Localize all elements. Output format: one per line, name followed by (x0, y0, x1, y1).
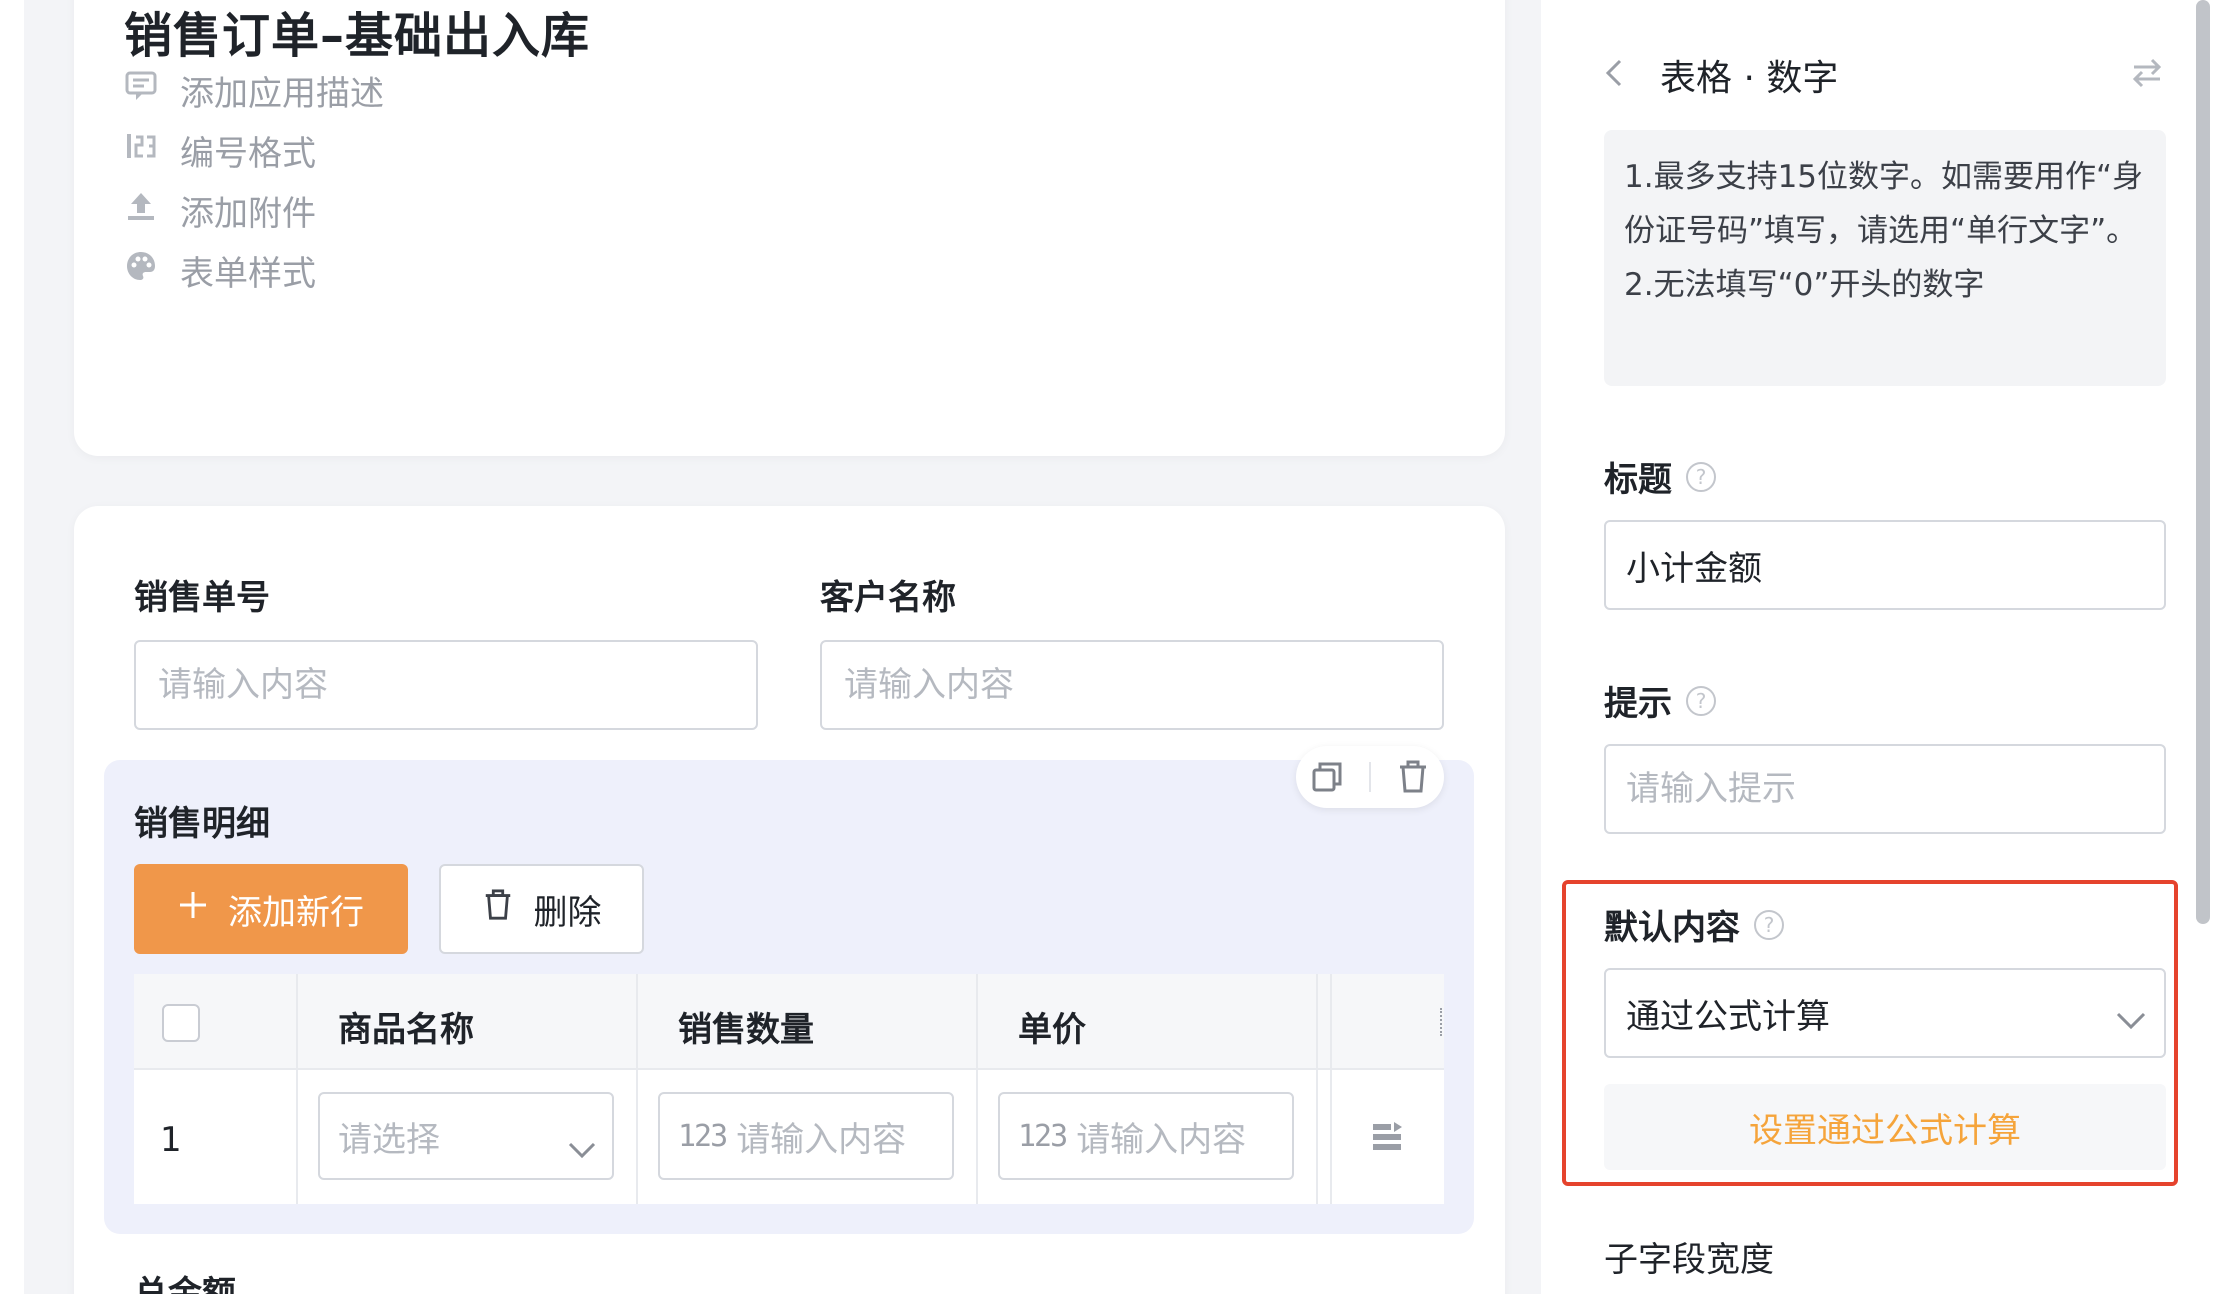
column-divider (636, 974, 638, 1204)
quantity-placeholder: 请输入内容 (736, 1119, 907, 1160)
title-label: 标题 ? (1604, 452, 1716, 501)
customer-name-input[interactable] (820, 640, 1444, 730)
column-divider (296, 974, 298, 1204)
add-row-label: 添加新行 (228, 892, 364, 933)
panel-title: 表格 · 数字 (1660, 58, 1839, 99)
chevron-down-icon (2116, 1000, 2146, 1040)
column-header-quantity: 销售数量 (678, 1010, 814, 1050)
column-resize-handle[interactable] (1440, 1008, 1444, 1036)
title-label-text: 标题 (1604, 460, 1672, 500)
subfield-width-label-text: 子字段宽度 (1604, 1240, 1774, 1280)
help-icon[interactable]: ? (1754, 909, 1784, 940)
subform-title: 销售明细 (134, 804, 270, 844)
chevron-down-icon (568, 1128, 596, 1168)
hint-input[interactable] (1604, 744, 2166, 834)
back-icon[interactable] (1604, 58, 1624, 92)
number-icon: 123 (1018, 1118, 1068, 1154)
customer-name-label: 客户名称 (820, 578, 956, 618)
field-tip-box: 1.最多支持15位数字。如需要用作“身份证号码”填写，请选用“单行文字”。 2.… (1604, 130, 2166, 386)
app-title[interactable]: 销售订单–基础出入库 (124, 0, 590, 66)
title-input[interactable] (1604, 520, 2166, 610)
help-icon[interactable]: ? (1686, 461, 1716, 492)
menu-label: 表单样式 (180, 253, 316, 294)
column-divider (1316, 974, 1318, 1204)
delete-row-label: 删除 (533, 892, 602, 933)
price-input[interactable]: 123 请输入内容 (998, 1092, 1294, 1180)
set-formula-button[interactable]: 设置通过公式计算 (1604, 1084, 2166, 1170)
help-icon[interactable]: ? (1686, 685, 1716, 716)
hint-label-text: 提示 (1604, 684, 1672, 724)
order-no-label: 销售单号 (134, 578, 270, 618)
tip-line: 1.最多支持15位数字。如需要用作“身份证号码”填写，请选用“单行文字”。 (1624, 159, 2144, 249)
number-format-item[interactable]: 编号格式 (124, 120, 316, 180)
add-description-item[interactable]: 添加应用描述 (124, 60, 384, 120)
product-select[interactable]: 请选择 (318, 1092, 614, 1180)
add-attachment-item[interactable]: 添加附件 (124, 180, 316, 240)
price-placeholder: 请输入内容 (1076, 1119, 1247, 1160)
panel-header: 表格 · 数字 (1604, 50, 2164, 100)
trash-icon[interactable] (1393, 757, 1433, 797)
form-style-item[interactable]: 表单样式 (124, 240, 316, 300)
subform-table: 商品名称 销售数量 单价 1 请选择 123 请输入内容 123 请输入内容 (134, 974, 1444, 1204)
add-row-button[interactable]: 添加新行 (134, 864, 408, 954)
quantity-input[interactable]: 123 请输入内容 (658, 1092, 954, 1180)
column-divider (976, 974, 978, 1204)
subform-toolbar (1296, 746, 1444, 808)
delete-row-button[interactable]: 删除 (439, 864, 644, 954)
hint-label: 提示 ? (1604, 676, 1716, 725)
menu-label: 添加应用描述 (180, 73, 384, 114)
subfield-width-label: 子字段宽度 (1604, 1232, 1774, 1281)
panel-scrollbar[interactable] (2196, 0, 2210, 924)
palette-icon (124, 249, 158, 292)
menu-label: 编号格式 (180, 133, 316, 174)
trash-icon (482, 888, 514, 930)
menu-label: 添加附件 (180, 193, 316, 234)
upload-icon (124, 189, 158, 232)
comment-icon (124, 69, 158, 112)
default-content-label-text: 默认内容 (1604, 908, 1740, 948)
copy-icon[interactable] (1307, 757, 1347, 797)
product-select-placeholder: 请选择 (338, 1119, 440, 1160)
swap-icon[interactable] (2130, 56, 2164, 94)
column-header-product: 商品名称 (338, 1010, 474, 1050)
default-content-label: 默认内容 ? (1604, 900, 1784, 949)
number-icon: 123 (678, 1118, 728, 1154)
plus-icon (178, 889, 208, 929)
select-all-checkbox[interactable] (162, 1004, 200, 1042)
tip-line: 2.无法填写“0”开头的数字 (1624, 267, 1985, 303)
toolbar-divider (1369, 762, 1371, 792)
default-content-select[interactable]: 通过公式计算 (1604, 968, 2166, 1058)
number-format-icon (124, 129, 158, 172)
column-divider (1330, 974, 1332, 1204)
row-detail-icon[interactable] (1370, 1120, 1404, 1158)
column-header-price: 单价 (1018, 1010, 1086, 1050)
total-amount-label: 总金额 (134, 1274, 236, 1294)
order-no-input[interactable] (134, 640, 758, 730)
default-content-value: 通过公式计算 (1626, 996, 1830, 1037)
row-index: 1 (160, 1120, 182, 1160)
